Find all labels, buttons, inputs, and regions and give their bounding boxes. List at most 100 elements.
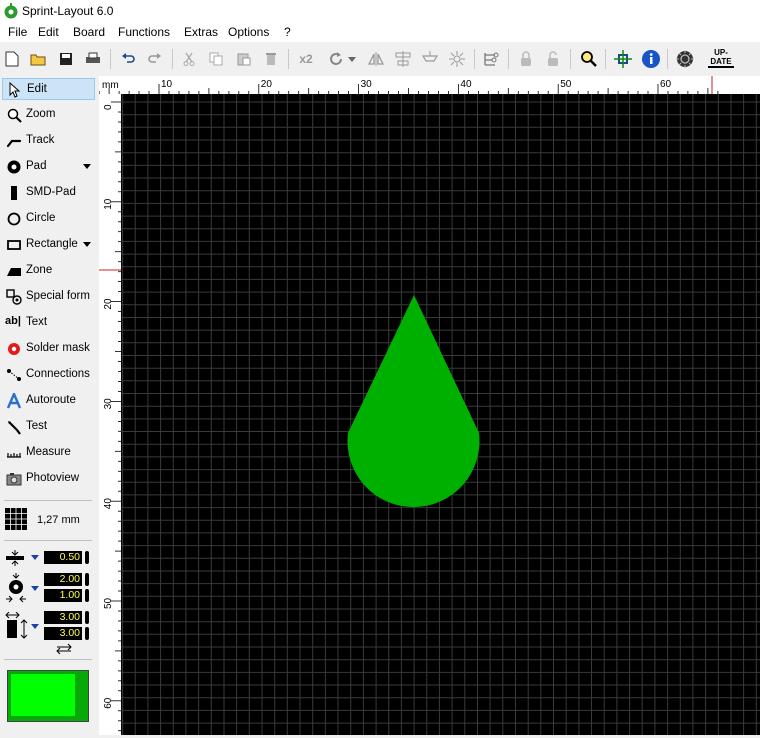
tool-circle[interactable]: Circle xyxy=(2,208,95,230)
menu-functions[interactable]: Functions xyxy=(118,25,170,39)
tool-label: Zoom xyxy=(26,108,56,120)
delete-icon[interactable] xyxy=(260,48,282,70)
ungroup-icon[interactable] xyxy=(446,48,468,70)
save-icon[interactable] xyxy=(55,48,77,70)
tool-photoview[interactable]: Photoview xyxy=(2,468,95,490)
track-width-icon xyxy=(6,550,24,566)
tool-edit[interactable]: Edit xyxy=(2,78,95,100)
tool-zoom[interactable]: Zoom xyxy=(2,104,95,126)
chevron-down-icon[interactable] xyxy=(31,555,39,560)
tool-pad[interactable]: Pad xyxy=(2,156,95,178)
measure-icon xyxy=(7,453,21,458)
pad-inner-field[interactable]: 1.00 xyxy=(44,589,82,602)
ruler-top-tick-label: 20 xyxy=(261,79,273,90)
tool-track[interactable]: Track xyxy=(2,130,95,152)
group-icon[interactable] xyxy=(419,48,441,70)
pad-inner-spinner[interactable] xyxy=(85,589,89,602)
copy-icon[interactable] xyxy=(205,48,227,70)
undo-icon[interactable] xyxy=(117,48,139,70)
menu-bar: File Edit Board Functions Extras Options… xyxy=(0,22,760,42)
menu-file[interactable]: File xyxy=(8,25,27,39)
pad-outer-spinner[interactable] xyxy=(85,573,89,586)
tool-sidebar: Edit Zoom Track Pad SMD-Pad Circle Recta… xyxy=(0,76,96,735)
tool-label: Track xyxy=(26,134,55,146)
tool-special-form[interactable]: Special form xyxy=(2,286,95,308)
lock-icon[interactable] xyxy=(515,48,537,70)
tool-measure[interactable]: Measure xyxy=(2,442,95,464)
info-icon[interactable] xyxy=(640,48,662,70)
chevron-down-icon[interactable] xyxy=(83,164,91,169)
teardrop-shape[interactable] xyxy=(347,295,480,508)
track-icon xyxy=(6,139,22,148)
new-icon[interactable] xyxy=(1,48,23,70)
paste-icon[interactable] xyxy=(233,48,255,70)
ruler-unit-label: mm xyxy=(102,80,119,91)
tool-zone[interactable]: Zone xyxy=(2,260,95,282)
menu-edit[interactable]: Edit xyxy=(38,25,59,39)
rotate-dropdown-icon[interactable] xyxy=(346,48,358,70)
ruler-left-scale: 0 10 20 30 40 50 60 xyxy=(99,101,121,732)
pad-outer-field[interactable]: 2.00 xyxy=(44,573,82,586)
menu-extras[interactable]: Extras xyxy=(184,25,218,39)
tool-label: Text xyxy=(26,316,48,328)
track-width-field[interactable]: 0.50 xyxy=(44,551,82,564)
pcb-icon[interactable] xyxy=(674,48,696,70)
grid-icon[interactable] xyxy=(5,508,27,530)
smd-height-field[interactable]: 3.00 xyxy=(44,627,82,640)
chevron-down-icon[interactable] xyxy=(31,586,39,591)
connections-icon xyxy=(7,369,21,381)
ruler-left-tick-label: 0 xyxy=(103,104,114,110)
crosshair-icon[interactable] xyxy=(612,48,634,70)
tool-rectangle[interactable]: Rectangle xyxy=(2,234,95,256)
ruler-left-tick-label: 40 xyxy=(103,498,114,510)
chevron-down-icon[interactable] xyxy=(31,624,39,629)
rotate-icon[interactable] xyxy=(325,48,347,70)
smd-size-icon xyxy=(5,612,28,639)
unlock-icon[interactable] xyxy=(542,48,564,70)
title-bar: Sprint-Layout 6.0 xyxy=(0,0,760,22)
update-icon[interactable]: UP- DATE xyxy=(708,48,734,70)
ruler-top-tick-label: 40 xyxy=(460,79,472,90)
swap-icon[interactable] xyxy=(54,643,74,655)
divider xyxy=(4,659,92,660)
circle-icon xyxy=(7,212,21,226)
menu-board[interactable]: Board xyxy=(73,25,105,39)
tool-connections[interactable]: Connections xyxy=(2,364,95,386)
properties-icon[interactable] xyxy=(480,48,502,70)
redo-icon[interactable] xyxy=(144,48,166,70)
tool-label: Measure xyxy=(26,446,71,458)
tool-label: Circle xyxy=(26,212,56,224)
layer-color-swatch[interactable] xyxy=(7,670,89,722)
grid-size-label[interactable]: 1,27 mm xyxy=(37,514,80,526)
ruler-top-tick-label: 10 xyxy=(161,79,173,90)
tool-label: Special form xyxy=(26,290,90,302)
print-icon[interactable] xyxy=(82,48,104,70)
layer-color-inner xyxy=(11,674,75,716)
menu-help[interactable]: ? xyxy=(284,25,291,39)
tool-text[interactable]: ab| Text xyxy=(2,312,95,334)
open-icon[interactable] xyxy=(27,48,49,70)
board-canvas[interactable] xyxy=(121,94,760,735)
tool-label: Pad xyxy=(26,160,47,172)
cut-icon[interactable] xyxy=(178,48,200,70)
smd-width-spinner[interactable] xyxy=(85,611,89,624)
tool-autoroute[interactable]: Autoroute xyxy=(2,390,95,412)
tool-test[interactable]: Test xyxy=(2,416,95,438)
smd-width-field[interactable]: 3.00 xyxy=(44,611,82,624)
align-icon[interactable] xyxy=(392,48,414,70)
menu-options[interactable]: Options xyxy=(228,25,269,39)
mirror-icon[interactable] xyxy=(365,48,387,70)
solder-mask-icon xyxy=(8,343,20,355)
zoom-icon[interactable] xyxy=(578,48,600,70)
duplicate-icon[interactable]: x2 xyxy=(294,48,318,70)
ruler-top-scale: 10 20 30 40 50 60 xyxy=(98,76,719,94)
tool-solder-mask[interactable]: Solder mask xyxy=(2,338,95,360)
track-width-spinner[interactable] xyxy=(85,551,89,564)
smd-height-spinner[interactable] xyxy=(85,627,89,640)
tool-label: Autoroute xyxy=(26,394,76,406)
window-title: Sprint-Layout 6.0 xyxy=(22,4,114,18)
tool-smd-pad[interactable]: SMD-Pad xyxy=(2,182,95,204)
tool-label: Zone xyxy=(26,264,53,276)
magnifier-icon xyxy=(7,108,22,123)
chevron-down-icon[interactable] xyxy=(83,242,91,247)
